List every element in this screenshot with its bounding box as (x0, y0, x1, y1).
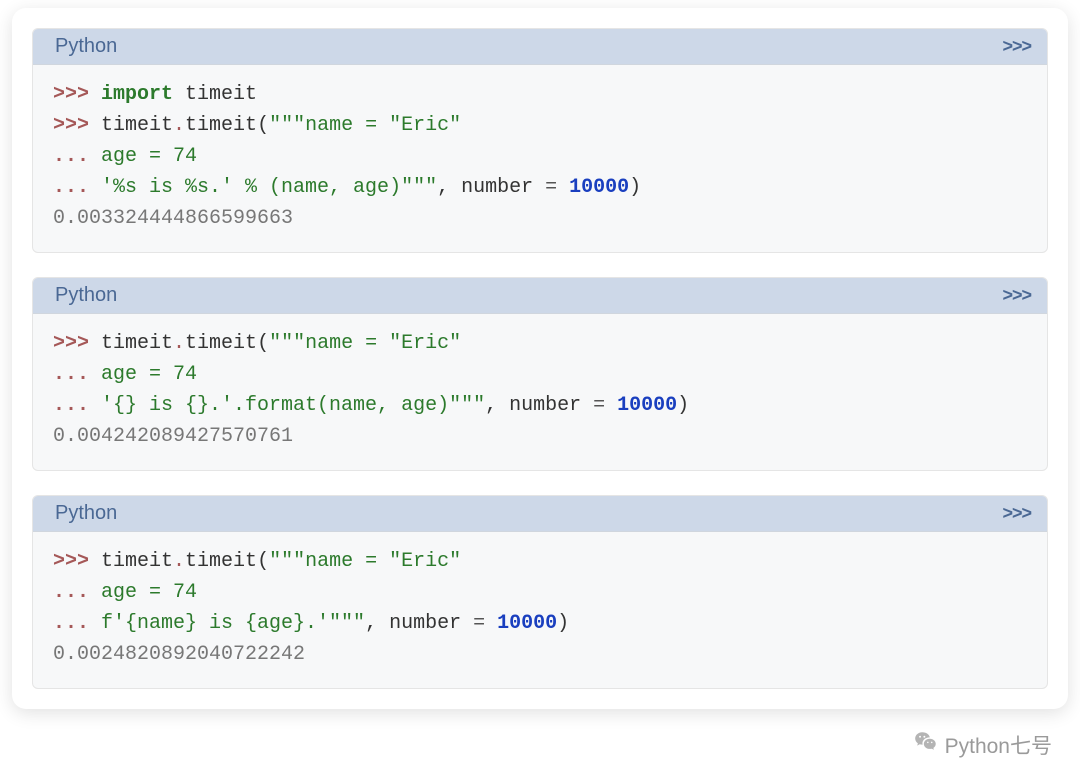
code-token: >>> (53, 83, 101, 106)
code-token: ) (557, 612, 569, 635)
code-token: , (437, 176, 461, 199)
code-lang-label: Python (55, 502, 117, 525)
code-body: >>> import timeit >>> timeit.timeit("""n… (33, 65, 1047, 252)
code-token: 0.0024820892040722242 (53, 643, 305, 666)
code-lang-label: Python (55, 35, 117, 58)
code-token (557, 176, 569, 199)
code-token: . (173, 332, 185, 355)
code-token: import (101, 83, 173, 106)
code-token: . (173, 550, 185, 573)
code-token: number (509, 394, 593, 417)
code-token: 0.004242089427570761 (53, 425, 293, 448)
code-token: f'{name} is {age}.'""" (101, 612, 365, 635)
code-token: number (389, 612, 473, 635)
code-token: timeit (101, 550, 173, 573)
card-container: Python >>> >>> import timeit >>> timeit.… (12, 8, 1068, 709)
collapse-toggle-icon[interactable]: >>> (1002, 36, 1031, 57)
code-token: , (365, 612, 389, 635)
code-token: 10000 (617, 394, 677, 417)
code-header: Python >>> (33, 496, 1047, 532)
code-token: >>> (53, 550, 101, 573)
code-token: ... (53, 363, 101, 386)
code-token: ... (53, 612, 101, 635)
code-token: timeit (101, 332, 173, 355)
code-token: 10000 (497, 612, 557, 635)
code-token: = (473, 612, 485, 635)
code-token: number (461, 176, 545, 199)
code-token: = (545, 176, 557, 199)
code-block: Python >>> >>> import timeit >>> timeit.… (32, 28, 1048, 253)
watermark-text: Python七号 (945, 730, 1052, 760)
code-body: >>> timeit.timeit("""name = "Eric" ... a… (33, 314, 1047, 470)
code-token (173, 83, 185, 106)
code-token: ... (53, 394, 101, 417)
code-block: Python >>> >>> timeit.timeit("""name = "… (32, 277, 1048, 471)
code-token: ( (257, 550, 269, 573)
collapse-toggle-icon[interactable]: >>> (1002, 503, 1031, 524)
code-token: '{} is {}.'.format(name, age)""" (101, 394, 485, 417)
code-lang-label: Python (55, 284, 117, 307)
code-token: """name = "Eric" (269, 332, 461, 355)
code-token: timeit (185, 550, 257, 573)
code-token: ) (629, 176, 641, 199)
code-body: >>> timeit.timeit("""name = "Eric" ... a… (33, 532, 1047, 688)
code-token (485, 612, 497, 635)
code-token: age = 74 (101, 581, 197, 604)
code-token: timeit (185, 114, 257, 137)
code-token: >>> (53, 114, 101, 137)
code-token: 10000 (569, 176, 629, 199)
code-token: timeit (101, 114, 173, 137)
code-token: ) (677, 394, 689, 417)
code-token: """name = "Eric" (269, 114, 461, 137)
code-token: """name = "Eric" (269, 550, 461, 573)
code-token: timeit (185, 332, 257, 355)
code-token: . (173, 114, 185, 137)
code-header: Python >>> (33, 29, 1047, 65)
code-token: '%s is %s.' % (name, age)""" (101, 176, 437, 199)
code-token (605, 394, 617, 417)
code-token: timeit (185, 83, 257, 106)
collapse-toggle-icon[interactable]: >>> (1002, 285, 1031, 306)
code-token: >>> (53, 332, 101, 355)
code-token: = (593, 394, 605, 417)
code-token: ( (257, 114, 269, 137)
code-block: Python >>> >>> timeit.timeit("""name = "… (32, 495, 1048, 689)
code-token: 0.003324444866599663 (53, 207, 293, 230)
watermark: Python七号 (913, 729, 1052, 761)
code-token: ... (53, 581, 101, 604)
code-header: Python >>> (33, 278, 1047, 314)
code-token: ( (257, 332, 269, 355)
code-token: , (485, 394, 509, 417)
wechat-icon (913, 729, 939, 761)
code-token: age = 74 (101, 145, 197, 168)
code-token: ... (53, 145, 101, 168)
code-token: ... (53, 176, 101, 199)
code-token: age = 74 (101, 363, 197, 386)
